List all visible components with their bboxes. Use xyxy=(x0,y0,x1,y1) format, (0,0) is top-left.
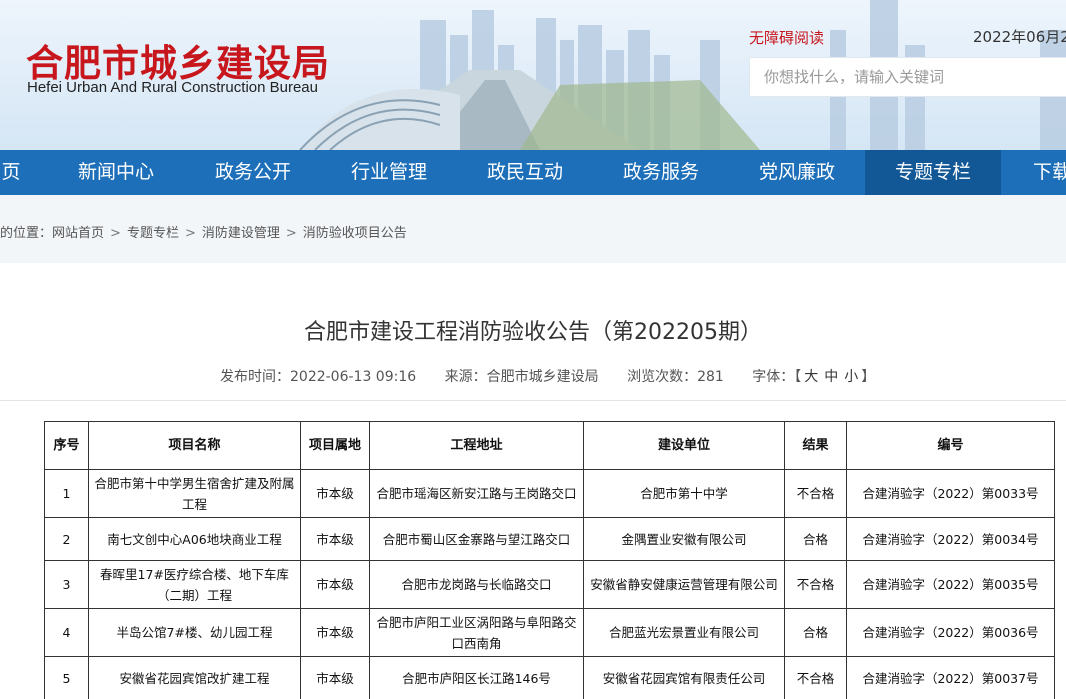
table-row: 1 合肥市第十中学男生宿舍扩建及附属工程 市本级 合肥市瑶海区新安江路与王岗路交… xyxy=(44,469,1055,518)
cell-address: 合肥市庐阳区长江路146号 xyxy=(369,656,584,699)
font-size-control: 字体：【大中小】 xyxy=(752,369,875,385)
cell-jurisdiction: 市本级 xyxy=(300,469,370,518)
cell-builder: 安徽省花园宾馆有限责任公司 xyxy=(583,656,785,699)
divider xyxy=(0,400,1066,401)
cell-project-name: 安徽省花园宾馆改扩建工程 xyxy=(88,656,301,699)
cell-result: 合格 xyxy=(784,517,847,561)
table-row: 3 春晖里17#医疗综合楼、地下车库（二期）工程 市本级 合肥市龙岗路与长临路交… xyxy=(44,560,1055,609)
site-logo-subtitle: Hefei Urban And Rural Construction Burea… xyxy=(27,79,318,96)
cell-index: 4 xyxy=(44,608,89,657)
table-row: 4 半岛公馆7#楼、幼儿园工程 市本级 合肥市庐阳工业区涡阳路与阜阳路交口西南角… xyxy=(44,608,1055,657)
cell-number: 合建消验字（2022）第0033号 xyxy=(846,469,1055,518)
breadcrumb-separator: > xyxy=(285,226,297,241)
cell-index: 3 xyxy=(44,560,89,609)
cell-address: 合肥市瑶海区新安江路与王岗路交口 xyxy=(369,469,584,518)
current-date: 2022年06月2 xyxy=(973,28,1066,46)
font-medium-button[interactable]: 中 xyxy=(824,369,838,385)
col-header-address: 工程地址 xyxy=(369,421,584,470)
font-small-button[interactable]: 小 xyxy=(844,369,858,385)
cell-project-name: 春晖里17#医疗综合楼、地下车库（二期）工程 xyxy=(88,560,301,609)
nav-item-gov-affairs[interactable]: 政务公开 xyxy=(188,150,318,195)
nav-item-industry[interactable]: 行业管理 xyxy=(324,150,454,195)
breadcrumb-topics[interactable]: 专题专栏 xyxy=(127,226,179,241)
nav-item-news[interactable]: 新闻中心 xyxy=(51,150,181,195)
nav-item-services[interactable]: 政务服务 xyxy=(596,150,726,195)
col-header-jurisdiction: 项目属地 xyxy=(300,421,370,470)
font-bracket-open: 【 xyxy=(794,369,802,385)
cell-index: 5 xyxy=(44,656,89,699)
search-input[interactable] xyxy=(749,57,1066,97)
cell-address: 合肥市龙岗路与长临路交口 xyxy=(369,560,584,609)
cell-number: 合建消验字（2022）第0037号 xyxy=(846,656,1055,699)
nav-item-integrity[interactable]: 党风廉政 xyxy=(732,150,862,195)
cell-builder: 合肥蓝光宏景置业有限公司 xyxy=(583,608,785,657)
breadcrumb-prefix: 的位置： xyxy=(0,226,53,241)
col-header-result: 结果 xyxy=(784,421,847,470)
breadcrumb: 的位置：网站首页 > 专题专栏 > 消防建设管理 > 消防验收项目公告 xyxy=(0,222,407,241)
article-title: 合肥市建设工程消防验收公告（第202205期） xyxy=(304,320,762,345)
cell-result: 不合格 xyxy=(784,656,847,699)
accessibility-link[interactable]: 无障碍阅读 xyxy=(749,27,824,48)
breadcrumb-home[interactable]: 网站首页 xyxy=(52,226,104,241)
cell-project-name: 合肥市第十中学男生宿舍扩建及附属工程 xyxy=(88,469,301,518)
breadcrumb-separator: > xyxy=(110,226,121,241)
table-header-row: 序号 项目名称 项目属地 工程地址 建设单位 结果 编号 xyxy=(44,421,1055,470)
cell-number: 合建消验字（2022）第0035号 xyxy=(846,560,1055,609)
nav-item-interaction[interactable]: 政民互动 xyxy=(460,150,590,195)
publish-time: 发布时间：2022-06-13 09:16 xyxy=(220,369,417,385)
table-row: 2 南七文创中心A06地块商业工程 市本级 合肥市蜀山区金寨路与望江路交口 金隅… xyxy=(44,517,1055,561)
cell-number: 合建消验字（2022）第0034号 xyxy=(846,517,1055,561)
cell-number: 合建消验字（2022）第0036号 xyxy=(846,608,1055,657)
acceptance-table: 序号 项目名称 项目属地 工程地址 建设单位 结果 编号 1 合肥市第十中学男生… xyxy=(44,421,1055,699)
article-meta: 发布时间：2022-06-13 09:16 来源：合肥市城乡建设局 浏览次数：2… xyxy=(220,366,899,386)
nav-item-download[interactable]: 下载 xyxy=(1012,150,1066,195)
view-count: 浏览次数：281 xyxy=(627,369,724,385)
font-large-button[interactable]: 大 xyxy=(804,369,818,385)
cell-builder: 安徽省静安健康运营管理有限公司 xyxy=(583,560,785,609)
cell-result: 合格 xyxy=(784,608,847,657)
col-header-project-name: 项目名称 xyxy=(88,421,301,470)
breadcrumb-fire-management[interactable]: 消防建设管理 xyxy=(202,226,280,241)
cell-jurisdiction: 市本级 xyxy=(300,608,370,657)
cell-project-name: 半岛公馆7#楼、幼儿园工程 xyxy=(88,608,301,657)
col-header-builder: 建设单位 xyxy=(583,421,785,470)
cell-jurisdiction: 市本级 xyxy=(300,656,370,699)
nav-item-home[interactable]: 页 xyxy=(0,150,36,195)
breadcrumb-current[interactable]: 消防验收项目公告 xyxy=(303,226,407,241)
main-nav: 页 新闻中心 政务公开 行业管理 政民互动 政务服务 党风廉政 专题专栏 下载 xyxy=(0,150,1066,195)
breadcrumb-bar: 的位置：网站首页 > 专题专栏 > 消防建设管理 > 消防验收项目公告 xyxy=(0,195,1066,263)
cell-index: 1 xyxy=(44,469,89,518)
cell-address: 合肥市庐阳工业区涡阳路与阜阳路交口西南角 xyxy=(369,608,584,657)
col-header-number: 编号 xyxy=(846,421,1055,470)
table-row: 5 安徽省花园宾馆改扩建工程 市本级 合肥市庐阳区长江路146号 安徽省花园宾馆… xyxy=(44,656,1055,699)
article-source: 来源：合肥市城乡建设局 xyxy=(444,369,599,385)
cell-result: 不合格 xyxy=(784,469,847,518)
cell-jurisdiction: 市本级 xyxy=(300,517,370,561)
font-bracket-close: 】 xyxy=(861,369,876,385)
breadcrumb-separator: > xyxy=(184,226,196,241)
cell-address: 合肥市蜀山区金寨路与望江路交口 xyxy=(369,517,584,561)
nav-item-topics[interactable]: 专题专栏 xyxy=(865,150,1001,195)
cell-builder: 金隅置业安徽有限公司 xyxy=(583,517,785,561)
site-header: 合肥市城乡建设局 Hefei Urban And Rural Construct… xyxy=(0,0,1066,150)
cell-jurisdiction: 市本级 xyxy=(300,560,370,609)
cell-project-name: 南七文创中心A06地块商业工程 xyxy=(88,517,301,561)
col-header-index: 序号 xyxy=(44,421,89,470)
cell-index: 2 xyxy=(44,517,89,561)
cell-builder: 合肥市第十中学 xyxy=(583,469,785,518)
font-size-label: 字体： xyxy=(752,369,795,385)
cell-result: 不合格 xyxy=(784,560,847,609)
